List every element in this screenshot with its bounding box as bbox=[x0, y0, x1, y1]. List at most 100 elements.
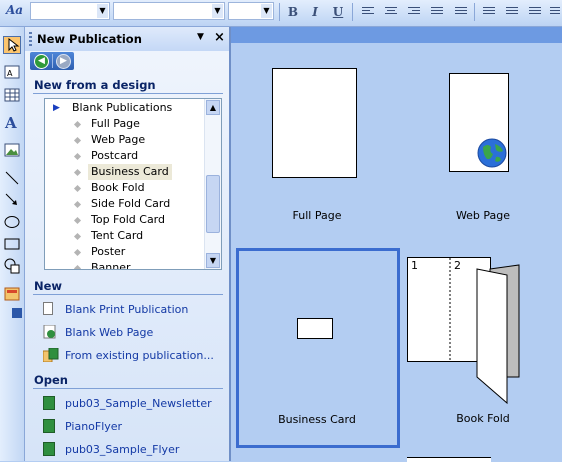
table-tool-icon[interactable] bbox=[3, 86, 21, 104]
line-tool-icon[interactable] bbox=[3, 169, 21, 187]
underline-button[interactable]: U bbox=[329, 3, 347, 21]
bullet-icon bbox=[73, 184, 82, 193]
bullet-icon bbox=[73, 136, 82, 145]
page-number: 2 bbox=[454, 259, 461, 272]
bullet-icon bbox=[73, 264, 82, 269]
gallery-item-label: Business Card bbox=[278, 413, 356, 426]
text-box-tool-icon[interactable]: A bbox=[3, 63, 21, 81]
section-heading-open: Open bbox=[34, 373, 68, 387]
forward-icon[interactable]: ▶ bbox=[56, 54, 71, 69]
publication-gallery: Full Page Web Page Business Card 1 2 Boo… bbox=[231, 27, 562, 462]
arrow-tool-icon[interactable] bbox=[3, 191, 21, 209]
toolbar-separator bbox=[352, 3, 353, 21]
select-tool-icon[interactable] bbox=[3, 36, 21, 54]
list-item-label: Poster bbox=[91, 245, 126, 258]
scroll-thumb[interactable] bbox=[206, 175, 220, 233]
from-existing-publication-link[interactable]: From existing publication... bbox=[65, 349, 214, 362]
objects-toolbar: A A bbox=[0, 27, 25, 461]
align-center-icon[interactable] bbox=[385, 7, 397, 17]
svg-text:A: A bbox=[7, 69, 13, 78]
list-item[interactable]: Top Fold Card bbox=[45, 212, 205, 228]
list-item-label: Tent Card bbox=[91, 229, 144, 242]
rectangle-tool-icon[interactable] bbox=[3, 235, 21, 253]
chevron-down-icon[interactable]: ▼ bbox=[97, 4, 108, 18]
list-item[interactable]: Postcard bbox=[45, 148, 205, 164]
decrease-indent-icon[interactable] bbox=[529, 7, 541, 17]
bullet-icon bbox=[73, 232, 82, 241]
list-item[interactable]: Book Fold bbox=[45, 180, 205, 196]
open-file-link[interactable]: pub03_Sample_Newsletter bbox=[65, 397, 212, 410]
gallery-item-book-fold[interactable]: 1 2 bbox=[407, 257, 527, 407]
increase-indent-icon[interactable] bbox=[550, 7, 562, 17]
gallery-item-web-page[interactable] bbox=[449, 73, 509, 172]
grip-handle[interactable] bbox=[29, 32, 32, 46]
align-right-icon[interactable] bbox=[408, 7, 420, 17]
list-item-label: Banner bbox=[91, 261, 131, 270]
design-gallery-tool-icon[interactable] bbox=[3, 285, 21, 303]
list-item[interactable]: ▶ Blank Publications bbox=[45, 100, 205, 116]
list-item-selected[interactable]: Business Card bbox=[45, 164, 205, 180]
style-combo[interactable]: ▼ bbox=[30, 2, 110, 20]
autoshapes-tool-icon[interactable] bbox=[3, 257, 21, 275]
globe-icon bbox=[477, 138, 507, 168]
open-file-link[interactable]: pub03_Sample_Flyer bbox=[65, 443, 179, 456]
gallery-item-business-card[interactable]: Business Card bbox=[236, 248, 400, 448]
toolbar-separator bbox=[279, 3, 280, 21]
svg-text:A: A bbox=[4, 114, 17, 131]
blank-web-page-link[interactable]: Blank Web Page bbox=[65, 326, 153, 339]
bullet-icon bbox=[73, 152, 82, 161]
chevron-down-icon[interactable]: ▼ bbox=[261, 4, 272, 18]
scroll-up-icon[interactable]: ▲ bbox=[206, 100, 220, 115]
gallery-item-label: Book Fold bbox=[456, 412, 510, 425]
scroll-down-icon[interactable]: ▼ bbox=[206, 253, 220, 268]
bullet-icon bbox=[73, 168, 82, 177]
list-item-label: Business Card bbox=[88, 164, 172, 180]
formatting-toolbar: Aa ▼ ▼ ▼ B I U bbox=[0, 0, 562, 27]
picture-frame-tool-icon[interactable] bbox=[3, 141, 21, 159]
list-item-label: Blank Publications bbox=[72, 101, 173, 114]
bullets-icon[interactable] bbox=[506, 7, 518, 17]
gallery-item-label: Full Page bbox=[292, 209, 342, 222]
back-icon[interactable]: ◀ bbox=[34, 54, 49, 69]
gallery-item-full-page[interactable] bbox=[272, 68, 357, 178]
close-icon[interactable]: × bbox=[214, 30, 225, 45]
task-pane-navigation: ◀ ▶ bbox=[30, 52, 74, 70]
oval-tool-icon[interactable] bbox=[3, 213, 21, 231]
numbering-icon[interactable] bbox=[483, 7, 495, 17]
list-item[interactable]: Full Page bbox=[45, 116, 205, 132]
list-item[interactable]: Web Page bbox=[45, 132, 205, 148]
styles-icon[interactable]: Aa bbox=[6, 3, 23, 17]
bullet-icon bbox=[73, 200, 82, 209]
list-item[interactable]: Side Fold Card bbox=[45, 196, 205, 212]
bullet-icon bbox=[73, 248, 82, 257]
italic-button[interactable]: I bbox=[306, 3, 324, 21]
chevron-down-icon[interactable]: ▼ bbox=[212, 4, 223, 18]
publisher-file-icon bbox=[43, 442, 55, 456]
list-scrollbar[interactable]: ▲ ▼ bbox=[204, 99, 221, 269]
blank-print-publication-link[interactable]: Blank Print Publication bbox=[65, 303, 188, 316]
gallery-header-bar bbox=[231, 27, 562, 43]
toolbar-options-icon[interactable] bbox=[12, 308, 22, 318]
design-list[interactable]: ▶ Blank Publications Full Page Web Page … bbox=[44, 98, 222, 270]
line-spacing-icon[interactable] bbox=[455, 7, 467, 17]
section-heading-design: New from a design bbox=[34, 78, 156, 92]
list-item[interactable]: Banner bbox=[45, 260, 205, 270]
list-item-label: Top Fold Card bbox=[91, 213, 165, 226]
toolbar-separator bbox=[474, 3, 475, 21]
chevron-down-icon[interactable]: ▼ bbox=[197, 32, 204, 42]
task-pane-title: New Publication bbox=[37, 32, 142, 46]
list-item[interactable]: Poster bbox=[45, 244, 205, 260]
align-left-icon[interactable] bbox=[362, 7, 374, 17]
business-card-thumbnail bbox=[297, 318, 333, 339]
bold-button[interactable]: B bbox=[284, 3, 302, 21]
wordart-tool-icon[interactable]: A bbox=[3, 113, 21, 132]
font-combo[interactable]: ▼ bbox=[113, 2, 225, 20]
font-size-combo[interactable]: ▼ bbox=[228, 2, 274, 20]
open-file-link[interactable]: PianoFlyer bbox=[65, 420, 122, 433]
next-item-edge bbox=[407, 457, 491, 462]
publisher-file-icon bbox=[43, 396, 55, 410]
expanded-arrow-icon: ▶ bbox=[53, 103, 60, 113]
justify-icon[interactable] bbox=[431, 7, 443, 17]
list-item-label: Postcard bbox=[91, 149, 139, 162]
list-item[interactable]: Tent Card bbox=[45, 228, 205, 244]
